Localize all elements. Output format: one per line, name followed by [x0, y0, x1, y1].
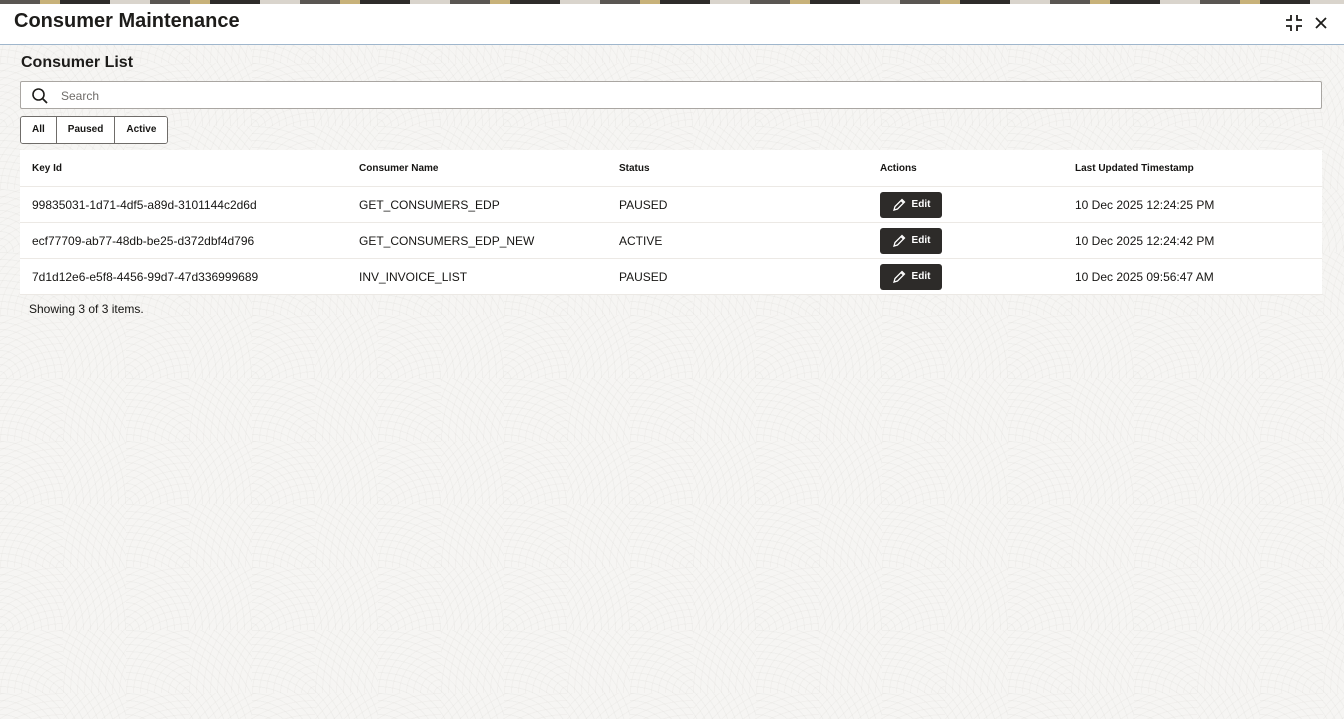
pencil-icon	[892, 198, 905, 211]
edit-button-label: Edit	[911, 199, 931, 210]
status-filter-group: All Paused Active	[20, 116, 169, 144]
window-title: Consumer Maintenance	[14, 10, 240, 32]
edit-button[interactable]: Edit	[880, 191, 942, 218]
edit-button[interactable]: Edit	[880, 263, 942, 290]
timestamp-cell: 10 Dec 2025 12:24:25 PM	[1075, 197, 1215, 212]
edit-button[interactable]: Edit	[880, 227, 942, 254]
search-icon	[32, 88, 48, 104]
column-header-consumer-name[interactable]: Consumer Name	[359, 150, 438, 186]
status-cell: ACTIVE	[619, 233, 663, 248]
timestamp-cell: 10 Dec 2025 09:56:47 AM	[1075, 269, 1214, 284]
consumer-table: Key Id Consumer Name Status Actions Last…	[20, 150, 1322, 295]
search-box[interactable]	[20, 81, 1322, 109]
edit-button-label: Edit	[911, 235, 931, 246]
key-id-cell: ecf77709-ab77-48db-be25-d372dbf4d796	[32, 233, 255, 248]
search-input[interactable]	[59, 85, 1313, 107]
collapse-arrows-icon[interactable]	[1283, 12, 1305, 34]
column-header-last-updated[interactable]: Last Updated Timestamp	[1075, 150, 1194, 186]
table-row: 7d1d12e6-e5f8-4456-99d7-47d336999689 INV…	[20, 259, 1322, 295]
key-id-cell: 99835031-1d71-4df5-a89d-3101144c2d6d	[32, 197, 257, 212]
pencil-icon	[892, 270, 905, 283]
pagination-summary: Showing 3 of 3 items.	[29, 302, 144, 316]
table-header-row: Key Id Consumer Name Status Actions Last…	[20, 150, 1322, 187]
filter-all-button[interactable]: All	[21, 117, 57, 143]
actions-cell: Edit	[880, 223, 942, 258]
key-id-cell: 7d1d12e6-e5f8-4456-99d7-47d336999689	[32, 269, 259, 284]
actions-cell: Edit	[880, 187, 942, 222]
consumer-name-cell: GET_CONSUMERS_EDP	[359, 197, 500, 212]
filter-paused-button[interactable]: Paused	[56, 117, 116, 143]
status-cell: PAUSED	[619, 197, 668, 212]
timestamp-cell: 10 Dec 2025 12:24:42 PM	[1075, 233, 1215, 248]
window-header: Consumer Maintenance	[0, 4, 1344, 45]
edit-button-label: Edit	[911, 271, 931, 282]
consumer-list-title: Consumer List	[21, 54, 134, 71]
pencil-icon	[892, 234, 905, 247]
status-cell: PAUSED	[619, 269, 668, 284]
actions-cell: Edit	[880, 259, 942, 294]
filter-active-button[interactable]: Active	[115, 117, 168, 143]
column-header-status[interactable]: Status	[619, 150, 650, 186]
consumer-name-cell: GET_CONSUMERS_EDP_NEW	[359, 233, 535, 248]
close-icon[interactable]	[1310, 12, 1332, 34]
table-row: ecf77709-ab77-48db-be25-d372dbf4d796 GET…	[20, 223, 1322, 259]
column-header-actions: Actions	[880, 162, 917, 174]
table-row: 99835031-1d71-4df5-a89d-3101144c2d6d GET…	[20, 187, 1322, 223]
column-header-key-id[interactable]: Key Id	[32, 150, 62, 186]
consumer-name-cell: INV_INVOICE_LIST	[359, 269, 468, 284]
